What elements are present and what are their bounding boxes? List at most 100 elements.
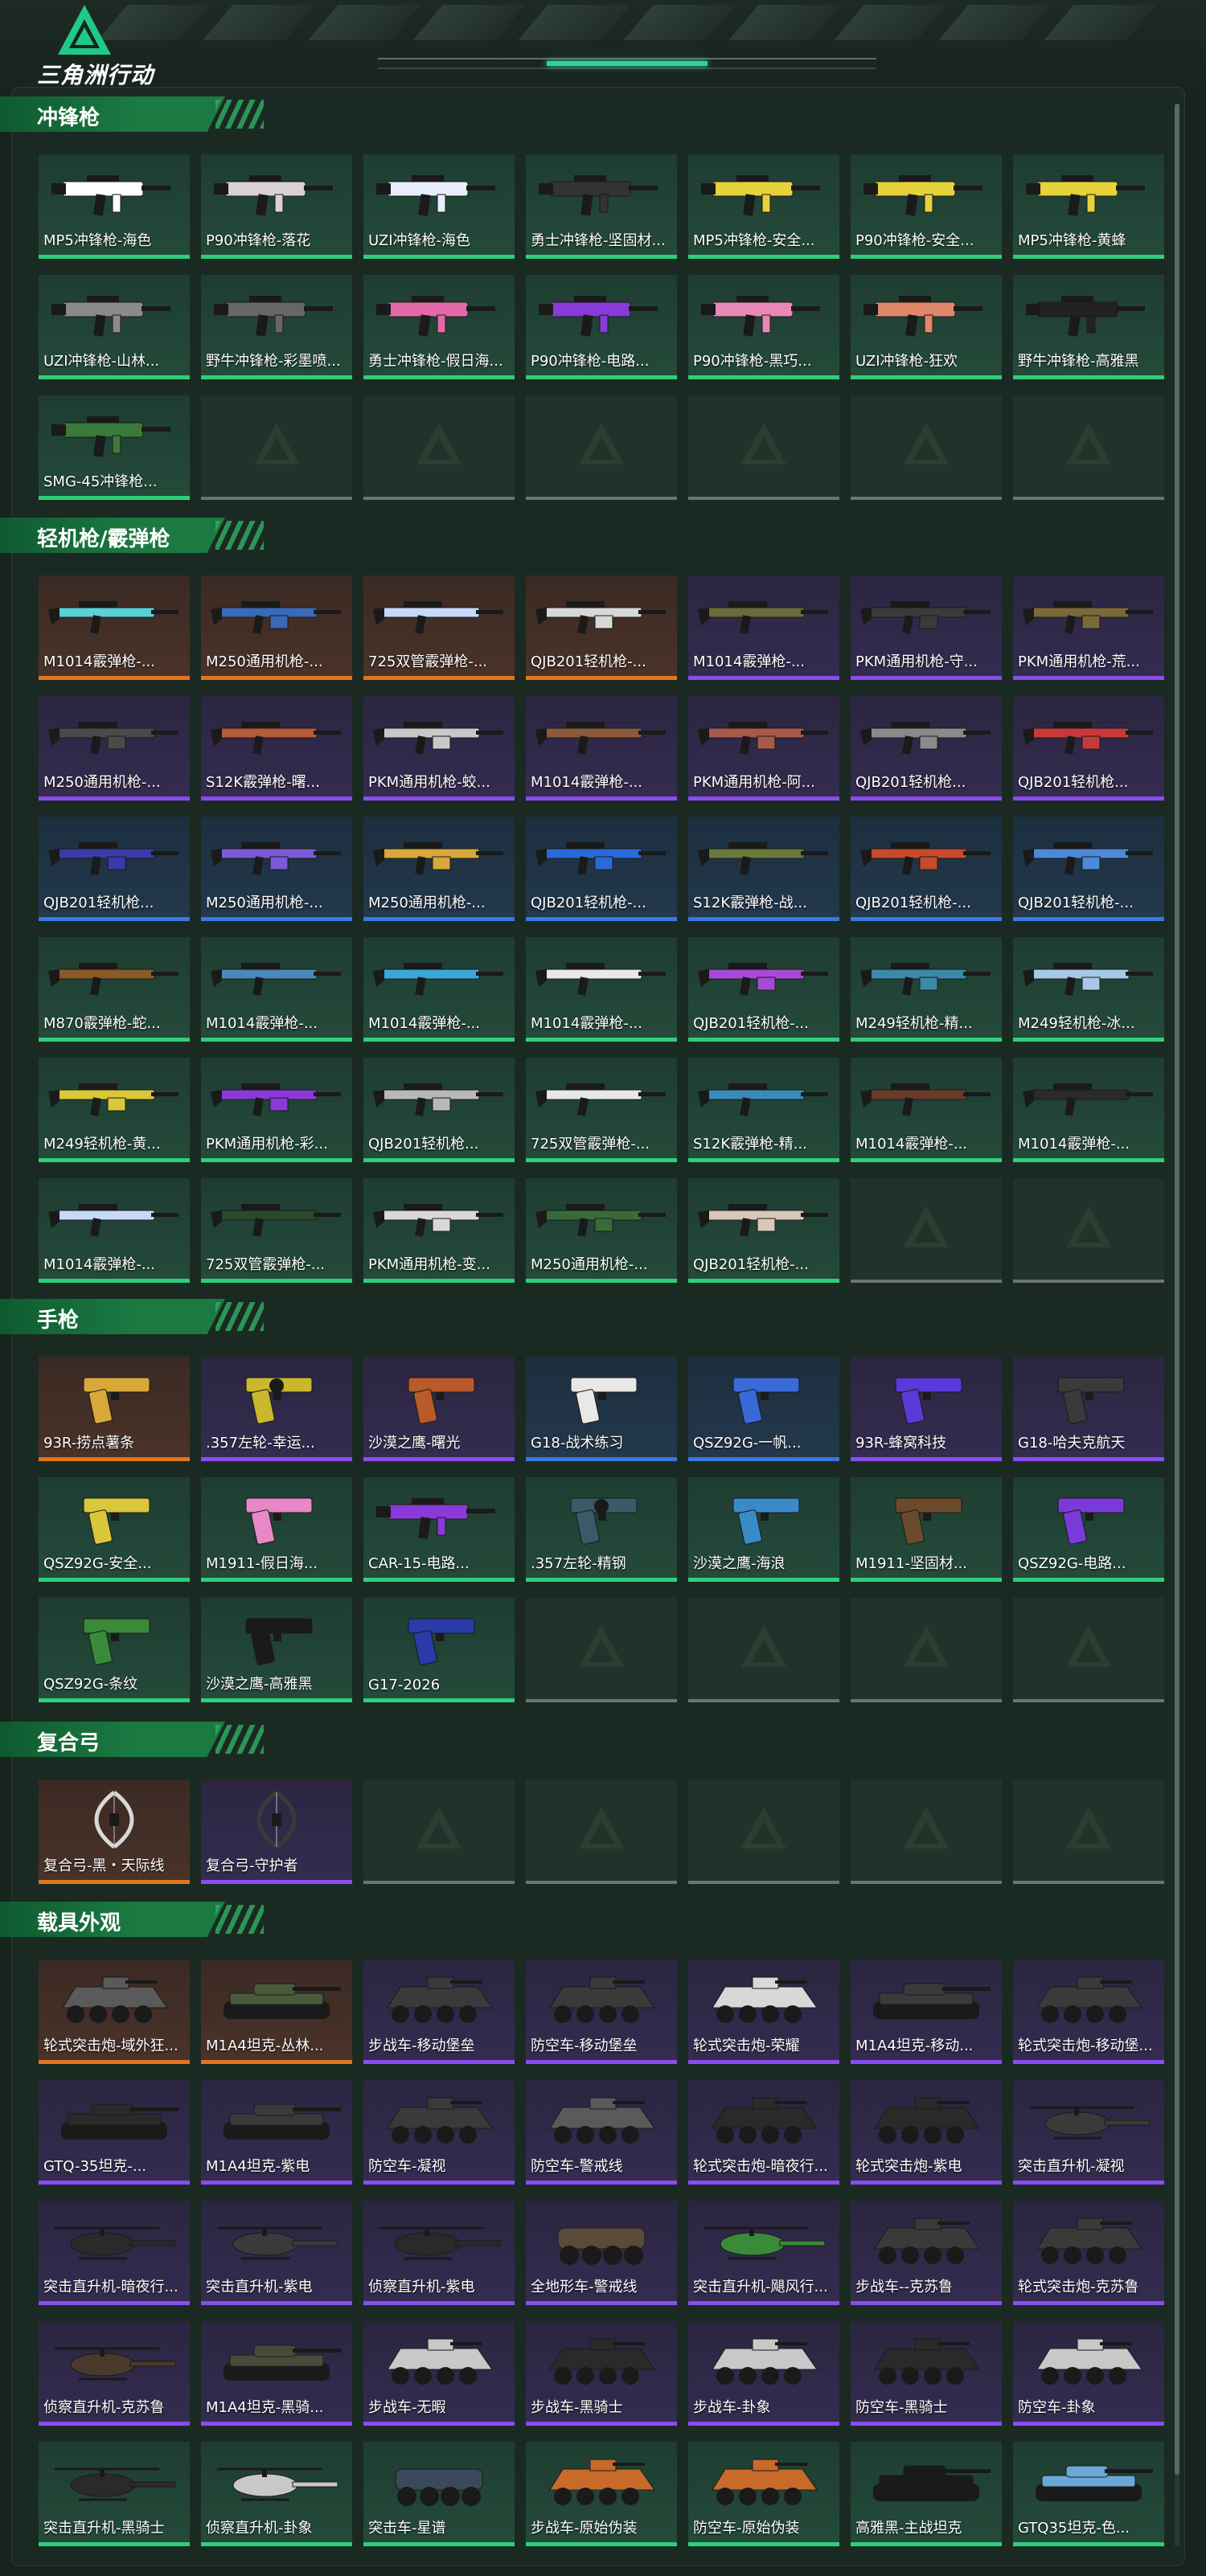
skin-item-card[interactable]: 沙漠之鹰-海浪 — [688, 1477, 839, 1582]
skin-item-card[interactable]: 突击直升机-暗夜行... — [39, 2201, 190, 2305]
skin-item-card[interactable]: M1014霰弹枪-... — [526, 937, 677, 1042]
skin-item-card[interactable]: .357左轮-幸运... — [201, 1357, 352, 1461]
skin-item-card[interactable]: 轮式突击炮-克苏鲁 — [1013, 2201, 1164, 2305]
skin-item-card[interactable]: PKM通用机枪-阿... — [688, 696, 839, 801]
skin-item-card[interactable]: M1014霰弹枪-... — [688, 575, 839, 680]
skin-item-card[interactable]: M1014霰弹枪-... — [39, 575, 190, 680]
skin-item-card[interactable]: PKM通用机枪-守... — [851, 575, 1002, 680]
skin-item-card[interactable]: QJB201轻机枪-... — [526, 817, 677, 921]
skin-item-card[interactable]: 93R-捞点薯条 — [39, 1357, 190, 1461]
skin-item-card[interactable]: 突击直升机-紫电 — [201, 2201, 352, 2305]
skin-item-card[interactable]: QJB201轻机枪-... — [688, 937, 839, 1042]
skin-item-card[interactable]: QJB201轻机枪-... — [1013, 817, 1164, 921]
skin-item-card[interactable]: 勇士冲锋枪-坚固材... — [526, 154, 677, 259]
skin-item-card[interactable]: PKM通用机枪-变... — [363, 1178, 515, 1283]
skin-item-card[interactable]: 复合弓-黑・天际线 — [39, 1779, 190, 1884]
skin-item-card[interactable]: M250通用机枪-... — [39, 696, 190, 801]
skin-item-card[interactable]: 野牛冲锋枪-高雅黑 — [1013, 275, 1164, 379]
skin-item-card[interactable]: 防空车-凝视 — [363, 2080, 515, 2185]
skin-item-card[interactable]: UZI冲锋枪-海色 — [363, 154, 515, 259]
skin-item-card[interactable]: .357左轮-精钢 — [526, 1477, 677, 1582]
skin-item-card[interactable]: G18-战术练习 — [526, 1357, 677, 1461]
skin-item-card[interactable]: M249轻机枪-冰... — [1013, 937, 1164, 1042]
skin-item-card[interactable]: QJB201轻机枪-... — [851, 817, 1002, 921]
skin-item-card[interactable]: M250通用机枪-... — [201, 817, 352, 921]
skin-item-card[interactable]: 725双管霰弹枪-... — [363, 575, 515, 680]
skin-item-card[interactable]: 防空车-原始伪装 — [688, 2442, 839, 2546]
skin-item-card[interactable]: 勇士冲锋枪-假日海... — [363, 275, 515, 379]
skin-item-card[interactable]: 步战车-黑骑士 — [526, 2321, 677, 2426]
skin-item-card[interactable]: GTQ35坦克-色... — [1013, 2442, 1164, 2546]
skin-item-card[interactable]: UZI冲锋枪-山林... — [39, 275, 190, 379]
skin-item-card[interactable]: 防空车-警戒线 — [526, 2080, 677, 2185]
skin-item-card[interactable]: M250通用机枪-... — [363, 817, 515, 921]
skin-item-card[interactable]: M1A4坦克-丛林... — [201, 1960, 352, 2064]
skin-item-card[interactable]: 步战车-原始伪装 — [526, 2442, 677, 2546]
skin-item-card[interactable]: S12K霰弹枪-精... — [688, 1058, 839, 1162]
skin-item-card[interactable]: M249轻机枪-黄... — [39, 1058, 190, 1162]
skin-item-card[interactable]: P90冲锋枪-黑巧... — [688, 275, 839, 379]
skin-item-card[interactable]: 93R-蜂窝科技 — [851, 1357, 1002, 1461]
skin-item-card[interactable]: 步战车-移动堡垒 — [363, 1960, 515, 2064]
skin-item-card[interactable]: QJB201轻机枪-... — [526, 575, 677, 680]
skin-item-card[interactable]: CAR-15-电路... — [363, 1477, 515, 1582]
skin-item-card[interactable]: G18-哈夫克航天 — [1013, 1357, 1164, 1461]
skin-item-card[interactable]: 沙漠之鹰-高雅黑 — [201, 1598, 352, 1702]
skin-item-card[interactable]: G17-2026 — [363, 1598, 515, 1702]
skin-item-card[interactable]: GTQ-35坦克-... — [39, 2080, 190, 2185]
skin-item-card[interactable]: MP5冲锋枪-安全... — [688, 154, 839, 259]
skin-item-card[interactable]: 轮式突击炮-紫电 — [851, 2080, 1002, 2185]
skin-item-card[interactable]: UZI冲锋枪-狂欢 — [851, 275, 1002, 379]
skin-item-card[interactable]: QJB201轻机枪... — [39, 817, 190, 921]
skin-item-card[interactable]: P90冲锋枪-安全... — [851, 154, 1002, 259]
skin-item-card[interactable]: QJB201轻机枪... — [363, 1058, 515, 1162]
skin-item-card[interactable]: QSZ92G-电路... — [1013, 1477, 1164, 1582]
skin-item-card[interactable]: PKM通用机枪-彩... — [201, 1058, 352, 1162]
skin-item-card[interactable]: 突击直升机-凝视 — [1013, 2080, 1164, 2185]
skin-item-card[interactable]: M1014霰弹枪-... — [851, 1058, 1002, 1162]
skin-item-card[interactable]: P90冲锋枪-落花 — [201, 154, 352, 259]
skin-item-card[interactable]: 侦察直升机-克苏鲁 — [39, 2321, 190, 2426]
skin-item-card[interactable]: 防空车-黑骑士 — [851, 2321, 1002, 2426]
skin-item-card[interactable]: 轮式突击炮-暗夜行... — [688, 2080, 839, 2185]
skin-item-card[interactable]: MP5冲锋枪-海色 — [39, 154, 190, 259]
skin-item-card[interactable]: QJB201轻机枪-... — [688, 1178, 839, 1283]
skin-item-card[interactable]: 步战车-卦象 — [688, 2321, 839, 2426]
skin-item-card[interactable]: 轮式突击炮-移动堡... — [1013, 1960, 1164, 2064]
skin-item-card[interactable]: S12K霰弹枪-曙... — [201, 696, 352, 801]
skin-item-card[interactable]: 全地形车-警戒线 — [526, 2201, 677, 2305]
skin-item-card[interactable]: 步战车-无暇 — [363, 2321, 515, 2426]
skin-item-card[interactable]: M1014霰弹枪-... — [526, 696, 677, 801]
skin-item-card[interactable]: 高雅黑-主战坦克 — [851, 2442, 1002, 2546]
skin-item-card[interactable]: SMG-45冲锋枪... — [39, 395, 190, 500]
skin-item-card[interactable]: PKM通用机枪-蛟... — [363, 696, 515, 801]
skin-item-card[interactable]: PKM通用机枪-荒... — [1013, 575, 1164, 680]
skin-item-card[interactable]: 725双管霰弹枪-... — [201, 1178, 352, 1283]
skin-item-card[interactable]: M1014霰弹枪-... — [39, 1178, 190, 1283]
skin-item-card[interactable]: M1A4坦克-移动... — [851, 1960, 1002, 2064]
skin-item-card[interactable]: 野牛冲锋枪-彩墨喷... — [201, 275, 352, 379]
skin-item-card[interactable]: MP5冲锋枪-黄蜂 — [1013, 154, 1164, 259]
skin-item-card[interactable]: M870霰弹枪-蛇... — [39, 937, 190, 1042]
skin-item-card[interactable]: 侦察直升机-卦象 — [201, 2442, 352, 2546]
skin-item-card[interactable]: 复合弓-守护者 — [201, 1779, 352, 1884]
skin-item-card[interactable]: M250通用机枪-... — [526, 1178, 677, 1283]
skin-item-card[interactable]: QJB201轻机枪... — [1013, 696, 1164, 801]
skin-item-card[interactable]: M1A4坦克-黑骑... — [201, 2321, 352, 2426]
skin-item-card[interactable]: 突击直升机-飓风行... — [688, 2201, 839, 2305]
skin-item-card[interactable]: S12K霰弹枪-战... — [688, 817, 839, 921]
skin-item-card[interactable]: 725双管霰弹枪-... — [526, 1058, 677, 1162]
skin-item-card[interactable]: 沙漠之鹰-曙光 — [363, 1357, 515, 1461]
skin-item-card[interactable]: M1014霰弹枪-... — [201, 937, 352, 1042]
skin-item-card[interactable]: M1014霰弹枪-... — [1013, 1058, 1164, 1162]
skin-item-card[interactable]: 突击直升机-黑骑士 — [39, 2442, 190, 2546]
skin-item-card[interactable]: QJB201轻机枪... — [851, 696, 1002, 801]
skin-item-card[interactable]: QSZ92G-安全... — [39, 1477, 190, 1582]
skin-item-card[interactable]: M1014霰弹枪-... — [363, 937, 515, 1042]
skin-item-card[interactable]: P90冲锋枪-电路... — [526, 275, 677, 379]
skin-item-card[interactable]: QSZ92G-条纹 — [39, 1598, 190, 1702]
skin-item-card[interactable]: 步战车--克苏鲁 — [851, 2201, 1002, 2305]
skin-item-card[interactable]: M249轻机枪-精... — [851, 937, 1002, 1042]
skin-item-card[interactable]: M1911-坚固材... — [851, 1477, 1002, 1582]
skin-item-card[interactable]: 突击车-星谱 — [363, 2442, 515, 2546]
